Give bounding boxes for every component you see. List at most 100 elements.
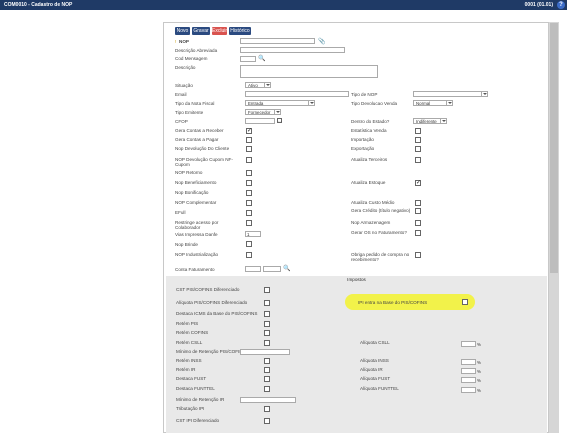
nop-industrializacao-checkbox[interactable] <box>246 252 252 258</box>
attach-icon[interactable]: 📎 <box>318 38 325 45</box>
ipi-base-checkbox[interactable] <box>462 299 468 305</box>
left-check-checkbox[interactable] <box>246 220 252 226</box>
left-check-label: Nop Bonificação <box>175 190 209 195</box>
conta-faturamento-input[interactable] <box>245 266 261 272</box>
scrollbar[interactable] <box>549 22 559 433</box>
left-check-checkbox[interactable] <box>246 157 252 163</box>
impostos-checkbox[interactable] <box>264 386 270 392</box>
impostos-checkbox[interactable] <box>264 311 270 317</box>
minimo-retencao-pis-input[interactable] <box>240 349 290 355</box>
email-label: Email <box>175 92 187 97</box>
impostos-field-label: Tributação IPI <box>176 406 205 411</box>
aliquota-input[interactable] <box>461 387 476 393</box>
impostos-title: Impostos <box>347 277 366 282</box>
scrollbar-thumb[interactable] <box>550 23 558 273</box>
left-check-checkbox[interactable] <box>246 170 252 176</box>
window-title: COM0010 - Cadastro de NOP <box>4 2 73 8</box>
right-check-label: Importação <box>351 137 374 142</box>
left-check-label: Gera Contas a Pagar <box>175 137 219 142</box>
impostos-checkbox[interactable] <box>264 418 270 424</box>
tipo-devolucao-value: Normal <box>416 101 431 106</box>
left-check-checkbox[interactable]: ✓ <box>246 128 252 134</box>
dentro-estado-select[interactable]: Indiferente <box>413 118 447 124</box>
aliquota-label: Alíquota CSLL <box>360 340 390 345</box>
cfop-lookup-icon[interactable]: … <box>277 118 282 123</box>
chevron-down-icon <box>440 119 446 124</box>
vias-label: Vias Impressa Danfe <box>175 232 218 237</box>
left-check-label: EFull <box>175 210 186 215</box>
situacao-select[interactable]: Ativo <box>245 82 271 88</box>
aliquota-label: Alíquota FUNTTEL <box>360 386 399 391</box>
tipo-nota-value: Entrada <box>248 101 264 106</box>
right-check-checkbox[interactable] <box>415 230 421 236</box>
vias-input[interactable]: 1 <box>245 231 261 237</box>
left-check-checkbox[interactable] <box>246 210 252 216</box>
nop-input[interactable] <box>240 38 315 44</box>
right-check-checkbox[interactable] <box>415 252 421 258</box>
right-check-label: Estatística Venda <box>351 128 387 133</box>
right-check-checkbox[interactable] <box>415 220 421 226</box>
right-check-checkbox[interactable] <box>415 137 421 143</box>
impostos-checkbox[interactable] <box>264 358 270 364</box>
chevron-down-icon <box>446 101 452 106</box>
impostos-checkbox[interactable] <box>264 406 270 412</box>
minimo-retencao-ir-input[interactable] <box>240 397 296 403</box>
email-input[interactable] <box>245 91 349 97</box>
descricao-abreviada-input[interactable] <box>240 47 345 53</box>
descricao-textarea[interactable] <box>240 65 378 78</box>
nop-marker-icon: ! <box>175 39 177 44</box>
tipo-nota-select[interactable]: Entrada <box>245 100 315 106</box>
search-icon[interactable]: 🔍 <box>283 265 290 272</box>
conta-faturamento-desc <box>263 266 281 272</box>
dentro-estado-label: Dentro do Estado? <box>351 119 390 124</box>
tipo-devolucao-label: Tipo Devolucao Venda <box>351 101 398 106</box>
nop-brinde-checkbox[interactable] <box>246 241 252 247</box>
right-check-checkbox[interactable] <box>415 128 421 134</box>
descricao-label: Descrição <box>175 65 196 70</box>
right-check-checkbox[interactable]: ✓ <box>415 180 421 186</box>
aliquota-input[interactable] <box>461 359 476 365</box>
impostos-checkbox[interactable] <box>264 330 270 336</box>
left-check-checkbox[interactable] <box>246 190 252 196</box>
left-check-checkbox[interactable] <box>246 180 252 186</box>
tipo-emitente-select[interactable]: Fornecedor <box>245 109 281 115</box>
impostos-field-label: Retém IR <box>176 367 196 372</box>
aliquota-input[interactable] <box>461 368 476 374</box>
left-check-label: NOP Retorno <box>175 170 203 175</box>
delete-button[interactable]: Excluir <box>212 27 227 35</box>
impostos-checkbox[interactable] <box>264 340 270 346</box>
aliquota-label: Alíquota INSS <box>360 358 389 363</box>
help-icon[interactable]: ? <box>557 1 565 9</box>
aliquota-input[interactable] <box>461 377 476 383</box>
right-check-label: Nop Armazenagem <box>351 220 391 225</box>
right-check-checkbox[interactable] <box>415 157 421 163</box>
cod-mensagem-input[interactable] <box>240 56 256 62</box>
left-check-checkbox[interactable] <box>246 137 252 143</box>
left-check-checkbox[interactable] <box>246 146 252 152</box>
right-check-checkbox[interactable] <box>415 208 421 214</box>
impostos-field-label: Mínimo de Retenção IR <box>176 397 225 402</box>
impostos-checkbox[interactable] <box>264 376 270 382</box>
window-titlebar: COM0010 - Cadastro de NOP 0001 (01.01) ? <box>0 0 567 10</box>
tipo-devolucao-select[interactable]: Normal <box>413 100 453 106</box>
window-version: 0001 (01.01) <box>524 2 553 8</box>
search-icon[interactable]: 🔍 <box>258 55 265 62</box>
history-button[interactable]: Histórico <box>229 27 251 35</box>
cfop-input[interactable] <box>245 118 275 124</box>
tipo-nop-select[interactable] <box>413 91 488 97</box>
situacao-label: Situação <box>175 83 193 88</box>
save-button[interactable]: Gravar <box>192 27 210 35</box>
right-check-checkbox[interactable] <box>415 200 421 206</box>
aliquota-input[interactable] <box>461 341 476 347</box>
impostos-checkbox[interactable] <box>264 367 270 373</box>
right-check-checkbox[interactable] <box>415 146 421 152</box>
impostos-checkbox[interactable] <box>264 321 270 327</box>
impostos-checkbox[interactable] <box>264 300 270 306</box>
left-check-checkbox[interactable] <box>246 200 252 206</box>
new-button[interactable]: Novo <box>175 27 190 35</box>
chevron-down-icon <box>481 92 487 97</box>
right-check-label: Atualiza Custo Médio <box>351 200 395 205</box>
tipo-nota-label: Tipo da Nota Fiscal <box>175 101 215 106</box>
impostos-checkbox[interactable] <box>264 287 270 293</box>
right-check-label: Gera Crédito (título negativo) <box>351 208 411 213</box>
